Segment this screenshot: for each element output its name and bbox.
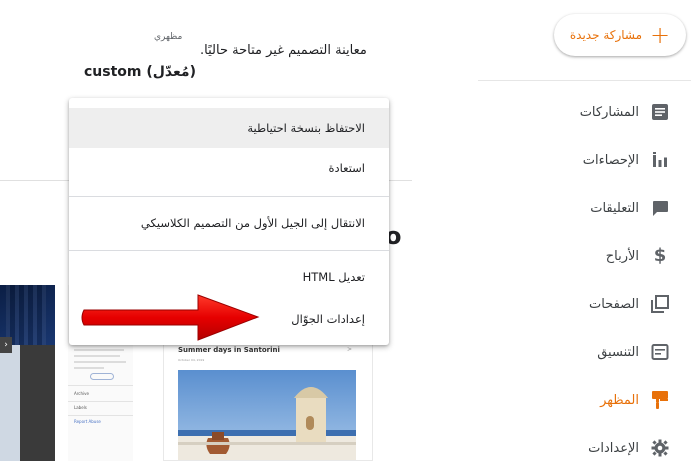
menu-divider: [69, 250, 389, 251]
sidebar-item-label: الإحصاءات: [582, 152, 639, 168]
sidebar-item-earnings[interactable]: $ الأرباح: [551, 241, 671, 271]
preview-strip: [0, 345, 20, 461]
posts-icon: [649, 101, 671, 123]
sidebar-item-label: الصفحات: [588, 296, 639, 312]
menu-item-edit-html[interactable]: تعديل HTML: [69, 257, 389, 297]
pages-icon: [649, 293, 671, 315]
menu-item-label: تعديل HTML: [302, 270, 365, 284]
layout-icon: [649, 341, 671, 363]
preview-text-line: [74, 355, 120, 357]
preview-button: [90, 373, 114, 380]
red-arrow-annotation: [81, 294, 260, 341]
menu-item-backup[interactable]: الاحتفاظ بنسخة احتياطية: [69, 108, 389, 148]
sidebar-item-label: الإعدادات: [588, 440, 639, 456]
gear-icon: [649, 437, 671, 459]
preview-text-line: [74, 361, 126, 363]
sidebar-item-label: التنسيق: [597, 344, 639, 360]
menu-item-label: استعادة: [328, 161, 366, 175]
preview-text-line: [74, 367, 104, 369]
preview-unavailable-text: معاينة التصميم غير متاحة حاليًا.: [200, 43, 367, 58]
sidebar-item-theme[interactable]: المظهر: [551, 385, 671, 415]
preview-divider: [68, 415, 133, 416]
menu-item-classic-theme[interactable]: الانتقال إلى الجيل الأول من التصميم الكل…: [69, 203, 389, 243]
chevron-left-icon[interactable]: ‹: [0, 337, 12, 353]
sidebar-item-label: المشاركات: [579, 104, 639, 120]
theme-preview-desktop[interactable]: ‹: [0, 285, 55, 461]
menu-divider: [69, 196, 389, 197]
theme-name: custom (مُعدّل): [84, 64, 196, 80]
sidebar-divider: [478, 80, 691, 81]
plus-icon: +: [650, 21, 671, 49]
preview-labels-label: Labels: [74, 405, 87, 410]
new-post-label: مشاركة جديدة: [569, 28, 643, 42]
menu-item-label: الانتقال إلى الجيل الأول من التصميم الكل…: [140, 216, 365, 230]
theme-icon: [649, 389, 671, 411]
sidebar-item-pages[interactable]: الصفحات: [551, 289, 671, 319]
sidebar-item-layout[interactable]: التنسيق: [551, 337, 671, 367]
sidebar-item-settings[interactable]: الإعدادات: [551, 433, 671, 461]
stats-icon: [649, 149, 671, 171]
santorini-photo: [178, 370, 356, 460]
my-theme-label: مظهري: [154, 32, 183, 42]
preview-archive-label: Archive: [74, 391, 89, 396]
preview-divider: [68, 385, 133, 386]
share-icon: <: [346, 346, 352, 353]
sidebar-item-stats[interactable]: الإحصاءات: [551, 145, 671, 175]
new-post-button[interactable]: + مشاركة جديدة: [554, 14, 686, 56]
preview-post-date: October 04, 2019: [178, 358, 205, 362]
sidebar-item-comments[interactable]: التعليقات: [551, 193, 671, 223]
preview-pane: [20, 345, 55, 461]
preview-divider: [68, 401, 133, 402]
sidebar: + مشاركة جديدة المشاركات الإحصاءات التعل…: [478, 0, 691, 461]
preview-report-link: Report Abuse: [74, 419, 101, 424]
sidebar-item-label: الأرباح: [605, 248, 639, 264]
earnings-icon: $: [653, 245, 667, 266]
sidebar-item-posts[interactable]: المشاركات: [551, 97, 671, 127]
menu-item-restore[interactable]: استعادة: [69, 148, 389, 188]
curtain-pattern: [6, 285, 46, 345]
sidebar-item-label: المظهر: [600, 392, 639, 408]
menu-item-label: إعدادات الجوّال: [291, 312, 365, 326]
preview-post-title: Summer days in Santorini: [178, 346, 280, 354]
menu-item-label: الاحتفاظ بنسخة احتياطية: [247, 121, 365, 135]
sidebar-item-label: التعليقات: [590, 200, 639, 216]
comments-icon: [649, 197, 671, 219]
preview-text-line: [74, 349, 124, 351]
blogger-theme-page: + مشاركة جديدة المشاركات الإحصاءات التعل…: [0, 0, 691, 461]
